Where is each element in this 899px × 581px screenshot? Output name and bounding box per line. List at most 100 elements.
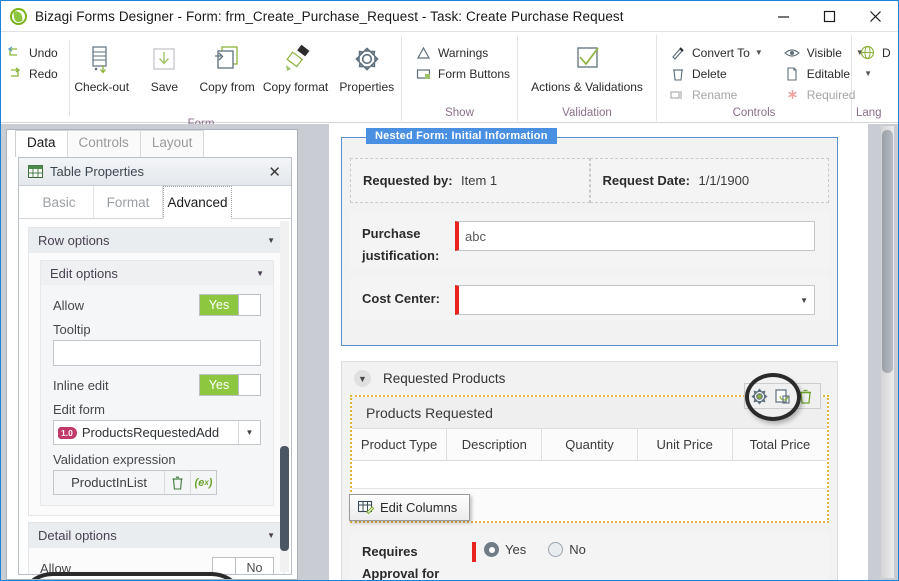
- tab-format[interactable]: Format: [94, 186, 163, 218]
- inline-edit-toggle[interactable]: Yes: [199, 374, 261, 396]
- tab-controls[interactable]: Controls: [66, 130, 141, 157]
- field-cost-center[interactable]: Cost Center: ▼: [350, 277, 829, 321]
- column-header-product-type[interactable]: Product Type: [352, 429, 448, 460]
- copy-format-icon: [278, 41, 314, 79]
- allow-edit-toggle[interactable]: Yes: [199, 294, 261, 316]
- checkmark-box-icon: [570, 41, 604, 79]
- chevron-down-icon[interactable]: ▼: [755, 48, 763, 57]
- radio-yes[interactable]: [484, 542, 499, 557]
- copy-icon[interactable]: [772, 386, 793, 407]
- purchase-justification-control: abc: [455, 211, 829, 269]
- minimize-button[interactable]: [760, 1, 806, 32]
- convert-to-label: Convert To: [692, 45, 750, 60]
- table-toolbar: [744, 383, 821, 409]
- field-requested-by[interactable]: Requested by: Item 1: [350, 158, 590, 203]
- left-panel-scroll-thumb[interactable]: [280, 446, 289, 551]
- version-badge: 1.0: [58, 426, 77, 439]
- cost-center-dropdown[interactable]: ▼: [455, 285, 815, 315]
- row-options-header[interactable]: Row options ▼: [29, 228, 284, 253]
- toggle-knob: [238, 295, 260, 315]
- chevron-down-icon[interactable]: ▼: [267, 236, 275, 245]
- purchase-justification-label: Purchase justification:: [350, 211, 455, 269]
- chevron-down-icon[interactable]: ▼: [800, 296, 808, 305]
- canvas-scroll-thumb[interactable]: [882, 130, 893, 373]
- rename-button: Rename: [664, 84, 769, 105]
- redo-button[interactable]: Redo: [1, 63, 69, 84]
- column-header-unit-price[interactable]: Unit Price: [638, 429, 733, 460]
- validation-expression-label: Validation expression: [53, 452, 176, 467]
- column-header-total-price[interactable]: Total Price: [733, 429, 827, 460]
- chevron-down-icon[interactable]: ▼: [256, 269, 264, 278]
- delete-button[interactable]: Delete: [664, 63, 769, 84]
- allow-detail-toggle[interactable]: No: [212, 557, 274, 574]
- delete-label: Delete: [692, 66, 727, 81]
- maximize-button[interactable]: [806, 1, 852, 32]
- edit-options-body: Allow Yes Tooltip Inline edit Yes Edit f…: [41, 285, 273, 505]
- warnings-button[interactable]: Warnings: [410, 42, 516, 63]
- redo-icon: [5, 67, 24, 80]
- convert-to-button[interactable]: Convert To ▼: [664, 42, 769, 63]
- tab-basic[interactable]: Basic: [25, 186, 94, 218]
- edit-options-header[interactable]: Edit options ▼: [41, 261, 273, 285]
- close-icon[interactable]: ✕: [264, 163, 285, 181]
- tooltip-input[interactable]: [53, 340, 261, 366]
- tab-data[interactable]: Data: [15, 130, 68, 157]
- products-table-selection[interactable]: Products Requested Product Type Descript…: [349, 373, 829, 523]
- radio-no[interactable]: [548, 542, 564, 557]
- trash-icon[interactable]: [795, 386, 816, 407]
- chevron-down-icon[interactable]: ▼: [238, 421, 260, 444]
- save-icon: [147, 41, 181, 79]
- check-out-button[interactable]: Check-out: [70, 36, 133, 94]
- copy-from-button[interactable]: Copy from: [196, 36, 259, 94]
- window-title: Bizagi Forms Designer - Form: frm_Create…: [35, 8, 624, 24]
- nested-form-initial-information[interactable]: Nested Form: Initial Information Request…: [341, 128, 838, 346]
- default-language-button[interactable]: D: [858, 42, 894, 63]
- edit-form-value-wrap: 1.0 ProductsRequestedAdd: [54, 421, 238, 444]
- allow-detail-label: Allow: [40, 560, 72, 575]
- expression-fx-icon[interactable]: (e x): [190, 471, 216, 494]
- table-properties-tabs: Basic Format Advanced: [19, 186, 291, 219]
- allow-edit-value: Yes: [200, 295, 238, 315]
- row-options-body: Edit options ▼ Allow Yes Tooltip Inline …: [29, 253, 284, 515]
- left-panel: Data Controls Layout Table Properties ✕ …: [1, 124, 304, 580]
- check-out-icon: [85, 41, 119, 79]
- radio-yes-label: Yes: [505, 542, 527, 557]
- undo-button[interactable]: Undo: [1, 42, 69, 63]
- editable-icon: [783, 66, 802, 81]
- save-button[interactable]: Save: [133, 36, 196, 94]
- radio-no-label: No: [569, 542, 586, 557]
- right-pane: Nested Form: Initial Information Request…: [304, 124, 898, 580]
- canvas-scrollbar[interactable]: [881, 126, 894, 578]
- chevron-down-icon[interactable]: ▼: [354, 370, 371, 387]
- tab-advanced[interactable]: Advanced: [163, 186, 232, 219]
- ribbon-group-title-validation: Validation: [562, 107, 612, 119]
- ribbon-group-show: Warnings Form Buttons Show: [402, 32, 517, 123]
- validation-expression-box[interactable]: ProductInList (e x): [53, 470, 217, 495]
- detail-options-header[interactable]: Detail options ▼: [29, 523, 284, 548]
- edit-form-combo[interactable]: 1.0 ProductsRequestedAdd ▼: [53, 420, 261, 445]
- ribbon-group-language: D Lang: [852, 32, 894, 123]
- column-header-description[interactable]: Description: [447, 429, 543, 460]
- form-buttons-button[interactable]: Form Buttons: [410, 63, 516, 84]
- purchase-justification-input[interactable]: abc: [455, 221, 815, 251]
- required-indicator: [472, 542, 476, 562]
- field-purchase-justification[interactable]: Purchase justification: abc: [350, 211, 829, 269]
- editable-label: Editable: [806, 66, 851, 81]
- copy-format-button[interactable]: Copy format: [258, 36, 332, 94]
- field-requires-approval[interactable]: Requires Approval for Yes No: [350, 533, 829, 580]
- ribbon-toolbar: Undo Redo Check-out Save Copy from Copy …: [1, 32, 898, 130]
- edit-columns-button[interactable]: Edit Columns: [349, 494, 471, 521]
- inline-edit-value: Yes: [200, 375, 238, 395]
- left-panel-scrollbar[interactable]: [280, 221, 289, 572]
- chevron-down-icon[interactable]: ▼: [267, 531, 275, 540]
- properties-scroll-area: Row options ▼ Edit options ▼ Allow Yes T…: [19, 219, 291, 574]
- field-request-date[interactable]: Request Date: 1/1/1900: [589, 158, 829, 203]
- main-area: Data Controls Layout Table Properties ✕ …: [1, 124, 898, 580]
- close-button[interactable]: [852, 1, 898, 32]
- tab-layout[interactable]: Layout: [139, 130, 205, 157]
- trash-icon[interactable]: [164, 471, 190, 494]
- gear-icon[interactable]: [749, 386, 770, 407]
- column-header-quantity[interactable]: Quantity: [542, 429, 638, 460]
- properties-button[interactable]: Properties: [333, 36, 401, 94]
- actions-validations-button[interactable]: Actions & Validations: [521, 36, 653, 94]
